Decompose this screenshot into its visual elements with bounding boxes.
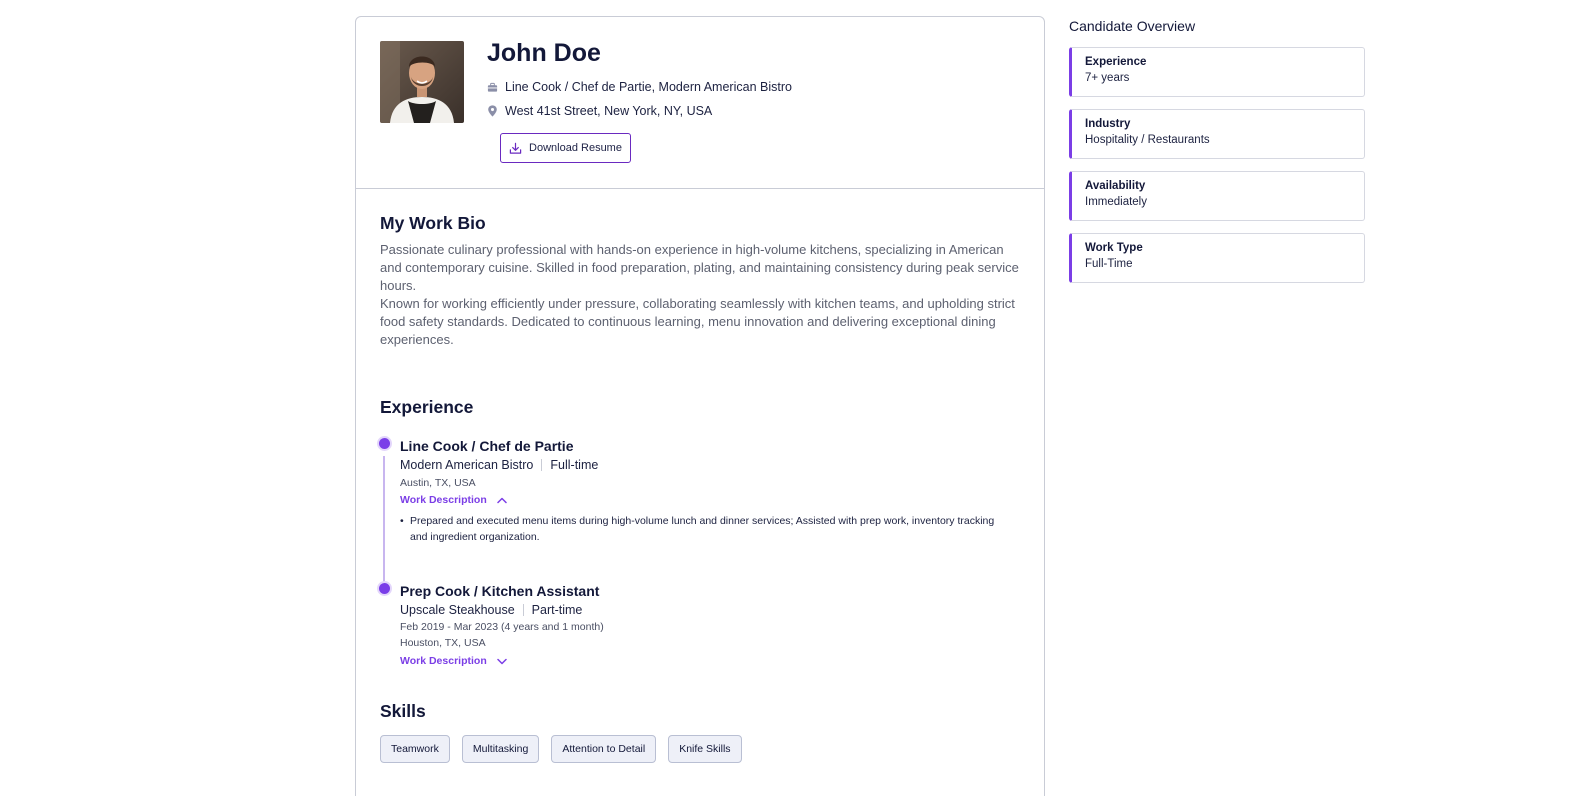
candidate-name: John Doe: [487, 39, 601, 67]
location-row: West 41st Street, New York, NY, USA: [487, 104, 712, 118]
location-text: West 41st Street, New York, NY, USA: [505, 104, 713, 118]
download-resume-button[interactable]: Download Resume: [500, 133, 631, 163]
divider: [522, 604, 524, 616]
work-description-toggle[interactable]: Work Description: [400, 494, 507, 506]
experience-title: Prep Cook / Kitchen Assistant: [400, 583, 600, 599]
experience-title: Line Cook / Chef de Partie: [400, 438, 574, 454]
bio-section-title: My Work Bio: [380, 213, 486, 233]
job-title-text: Line Cook / Chef de Partie, Modern Ameri…: [505, 80, 792, 94]
chevron-up-icon: [497, 497, 507, 503]
experience-dates: Feb 2019 - Mar 2023 (4 years and 1 month…: [400, 621, 604, 633]
work-description-text: Prepared and executed menu items during …: [410, 515, 995, 543]
overview-label: Experience: [1085, 56, 1147, 68]
download-icon: [509, 142, 522, 154]
experience-type: Full-time: [550, 458, 599, 472]
overview-card-experience: Experience 7+ years: [1069, 47, 1365, 97]
work-description-label: Work Description: [400, 655, 487, 667]
experience-company-row: Upscale Steakhouse Part-time: [400, 603, 582, 617]
skills-list: Teamwork Multitasking Attention to Detai…: [380, 735, 742, 763]
skills-section-title: Skills: [380, 701, 426, 721]
skill-chip[interactable]: Knife Skills: [668, 735, 742, 763]
timeline-dot: [379, 438, 390, 449]
timeline-line: [383, 456, 385, 592]
location-pin-icon: [488, 105, 497, 117]
experience-type: Part-time: [531, 603, 583, 617]
bio-paragraph-2: Known for working efficiently under pres…: [380, 296, 1015, 347]
profile-card: John Doe Line Cook / Chef de Partie, Mod…: [355, 16, 1045, 796]
skill-chip[interactable]: Multitasking: [461, 735, 540, 763]
experience-location: Houston, TX, USA: [400, 637, 486, 649]
timeline-dot: [379, 583, 390, 594]
bio-paragraph-1: Passionate culinary professional with ha…: [380, 242, 1019, 293]
profile-header: John Doe Line Cook / Chef de Partie, Mod…: [356, 17, 1044, 189]
avatar: [380, 41, 464, 123]
work-description-toggle[interactable]: Work Description: [400, 655, 507, 667]
overview-title: Candidate Overview: [1069, 18, 1196, 34]
overview-value: 7+ years: [1085, 72, 1130, 84]
overview-card-industry: Industry Hospitality / Restaurants: [1069, 109, 1365, 159]
overview-card-availability: Availability Immediately: [1069, 171, 1365, 221]
experience-company-row: Modern American Bistro Full-time: [400, 458, 598, 472]
avatar-photo: [380, 41, 464, 123]
overview-card-work-type: Work Type Full-Time: [1069, 233, 1365, 283]
skill-chip[interactable]: Attention to Detail: [551, 735, 657, 763]
download-resume-label: Download Resume: [529, 142, 622, 154]
work-description-bullet: • Prepared and executed menu items durin…: [400, 513, 1000, 545]
experience-company: Upscale Steakhouse: [400, 603, 515, 617]
overview-value: Immediately: [1085, 196, 1147, 208]
overview-label: Work Type: [1085, 242, 1143, 254]
experience-company: Modern American Bistro: [400, 458, 534, 472]
divider: [541, 459, 543, 471]
work-description-label: Work Description: [400, 494, 487, 506]
overview-value: Hospitality / Restaurants: [1085, 134, 1210, 146]
experience-section-title: Experience: [380, 397, 474, 417]
briefcase-icon: [487, 82, 498, 92]
bio-text: Passionate culinary professional with ha…: [380, 241, 1025, 349]
experience-location: Austin, TX, USA: [400, 477, 476, 489]
overview-label: Availability: [1085, 180, 1146, 192]
overview-label: Industry: [1085, 118, 1131, 130]
job-title-row: Line Cook / Chef de Partie, Modern Ameri…: [487, 80, 792, 94]
bullet-dot: •: [400, 515, 404, 527]
overview-value: Full-Time: [1085, 258, 1133, 270]
chevron-down-icon: [497, 658, 507, 664]
skill-chip[interactable]: Teamwork: [380, 735, 450, 763]
